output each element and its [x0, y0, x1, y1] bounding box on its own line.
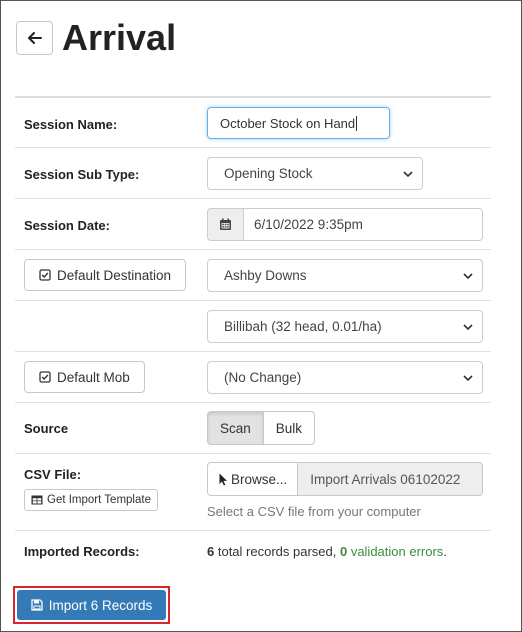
session-name-value: October Stock on Hand — [220, 115, 356, 131]
default-mob-label: Default Mob — [57, 369, 130, 385]
chevron-down-icon — [463, 375, 473, 382]
app-window: Arrival Session Name: October Stock on H… — [0, 0, 522, 632]
csv-help-text: Select a CSV file from your computer — [207, 504, 421, 519]
destination-paddock-row: Billibah (32 head, 0.01/ha) — [15, 300, 491, 351]
destination-paddock-value: Billibah (32 head, 0.01/ha) — [224, 319, 382, 334]
cursor-pointer-icon — [219, 473, 227, 485]
session-name-row: Session Name: October Stock on Hand — [15, 96, 491, 147]
csv-file-label: CSV File: — [24, 467, 82, 482]
browse-label: Browse... — [231, 471, 288, 487]
import-button-highlight: Import 6 Records — [13, 586, 170, 624]
default-mob-row: Default Mob (No Change) — [15, 351, 491, 402]
arrow-left-icon — [27, 32, 42, 44]
csv-file-picker: Browse... Import Arrivals 06102022 — [207, 462, 483, 496]
chevron-down-icon — [463, 273, 473, 280]
records-suffix: . — [443, 544, 447, 559]
checkbox-checked-icon — [39, 371, 51, 383]
selected-file-name: Import Arrivals 06102022 — [298, 462, 483, 496]
source-option-bulk[interactable]: Bulk — [263, 411, 316, 445]
page-header: Arrival — [16, 15, 176, 61]
default-mob-value: (No Change) — [224, 370, 302, 385]
session-name-input[interactable]: October Stock on Hand — [207, 107, 390, 139]
imported-records-label: Imported Records: — [24, 544, 140, 559]
source-toggle: Scan Bulk — [207, 411, 316, 445]
source-label: Source — [24, 421, 69, 436]
session-date-input[interactable]: 6/10/2022 9:35pm — [243, 208, 483, 241]
chevron-down-icon — [403, 171, 413, 178]
destination-paddock-select[interactable]: Billibah (32 head, 0.01/ha) — [207, 310, 483, 343]
imported-records-summary: 6 total records parsed, 0 validation err… — [207, 544, 447, 559]
session-date-label: Session Date: — [24, 218, 110, 233]
get-import-template-button[interactable]: Get Import Template — [24, 489, 158, 511]
browse-button[interactable]: Browse... — [207, 462, 299, 496]
table-icon — [31, 495, 43, 505]
destination-property-value: Ashby Downs — [224, 268, 307, 283]
session-sub-type-select[interactable]: Opening Stock — [207, 157, 423, 190]
checkbox-checked-icon — [39, 269, 51, 281]
imported-records-row: Imported Records: 6 total records parsed… — [15, 530, 491, 570]
session-date-picker[interactable]: 6/10/2022 9:35pm — [207, 208, 483, 241]
destination-property-select[interactable]: Ashby Downs — [207, 259, 483, 292]
get-import-template-label: Get Import Template — [47, 494, 151, 506]
session-sub-type-row: Session Sub Type: Opening Stock — [15, 147, 491, 198]
save-icon — [31, 599, 43, 611]
session-date-row: Session Date: 6/10/2022 9:35pm — [15, 198, 491, 249]
validation-errors-text: validation errors — [347, 544, 444, 559]
session-sub-type-value: Opening Stock — [224, 166, 313, 181]
default-destination-button[interactable]: Default Destination — [24, 259, 187, 291]
page-title: Arrival — [62, 17, 177, 58]
text-cursor — [356, 115, 358, 131]
source-row: Source Scan Bulk — [15, 402, 491, 453]
csv-file-row: CSV File: Get Import Template Browse... … — [15, 453, 491, 530]
arrival-form: Session Name: October Stock on Hand Sess… — [15, 96, 491, 570]
default-destination-label: Default Destination — [57, 267, 172, 283]
import-records-button[interactable]: Import 6 Records — [17, 590, 166, 620]
back-button[interactable] — [16, 21, 53, 55]
calendar-button[interactable] — [207, 208, 243, 241]
import-records-label: Import 6 Records — [48, 597, 153, 613]
source-option-scan[interactable]: Scan — [207, 411, 264, 445]
default-mob-button[interactable]: Default Mob — [24, 361, 145, 393]
default-destination-row: Default Destination Ashby Downs — [15, 249, 491, 300]
default-mob-select[interactable]: (No Change) — [207, 361, 483, 394]
records-total-text: total records parsed, — [214, 544, 340, 559]
chevron-down-icon — [463, 324, 473, 331]
session-name-label: Session Name: — [24, 117, 118, 132]
calendar-icon — [220, 218, 231, 230]
session-sub-type-label: Session Sub Type: — [24, 167, 140, 182]
